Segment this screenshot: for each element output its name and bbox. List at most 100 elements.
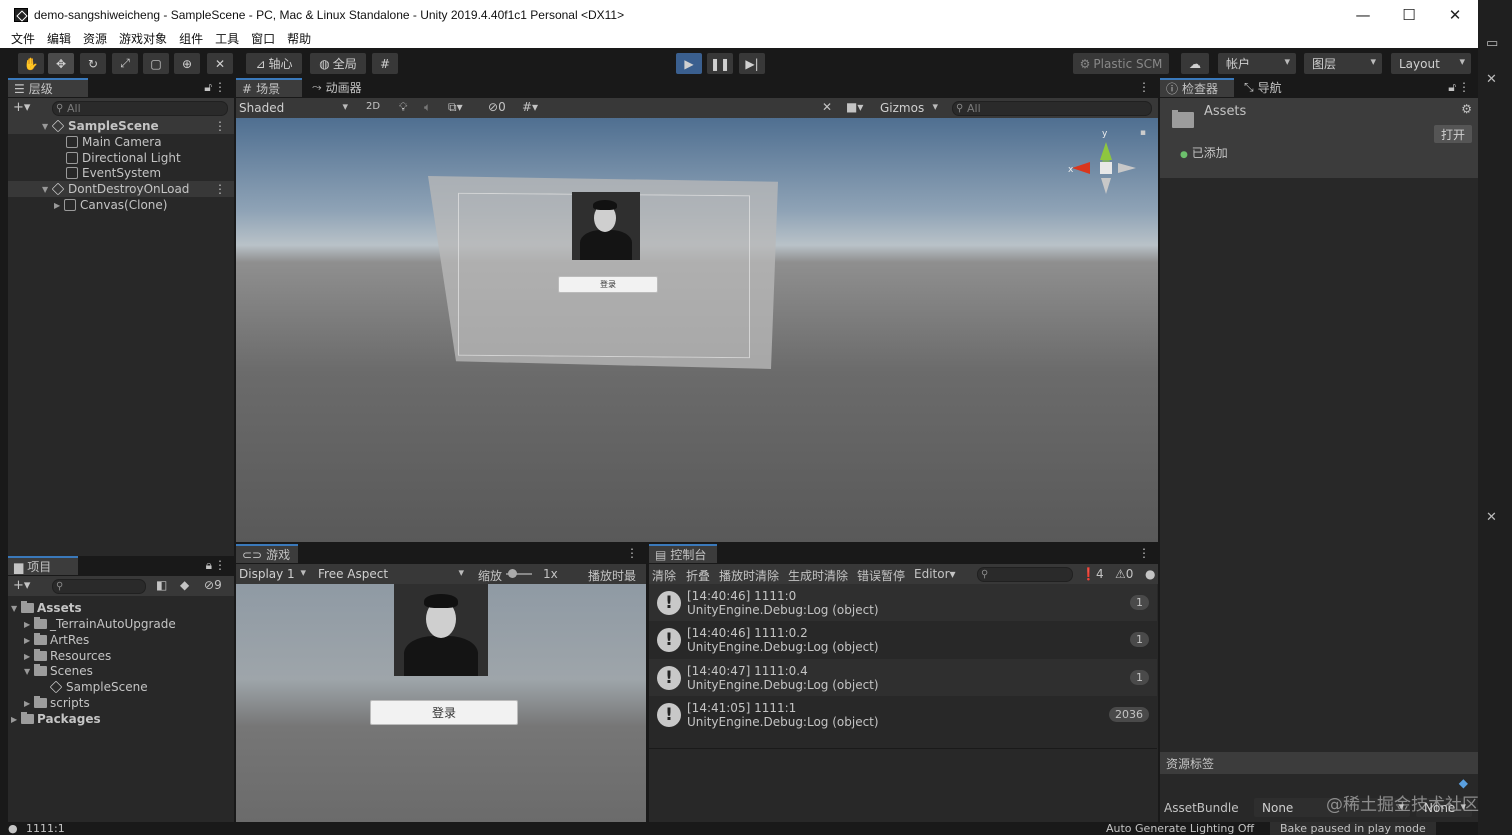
shading-mode-dropdown[interactable]: Shaded	[236, 98, 354, 118]
menu-gameobject[interactable]: 游戏对象	[119, 30, 167, 47]
scene-viewport[interactable]: 登录 x y ▪	[236, 118, 1158, 542]
step-button[interactable]: ▶|	[739, 53, 765, 74]
tree-row-scripts[interactable]: ▶ scripts	[8, 695, 90, 711]
kebab-menu-icon[interactable]: ⋮	[214, 80, 226, 94]
kebab-menu-icon[interactable]: ⋮	[214, 119, 226, 133]
scale-slider[interactable]	[506, 569, 532, 578]
play-button[interactable]: ▶	[676, 53, 702, 74]
error-count-toggle[interactable]: ⚠0	[1115, 567, 1133, 581]
expand-arrow-icon[interactable]: ▼	[24, 667, 34, 676]
effects-toggle-icon[interactable]: ⧉▾	[448, 100, 463, 115]
scale-tool-icon[interactable]: ⤢	[112, 53, 138, 74]
tree-row-samplescene[interactable]: ▼ SampleScene ⋮	[8, 118, 234, 134]
status-message[interactable]: 1111:1	[26, 822, 65, 835]
cloud-icon[interactable]: ☁	[1181, 53, 1209, 74]
rect-tool-icon[interactable]: ▢	[143, 53, 169, 74]
custom-tool-icon[interactable]: ✕	[207, 53, 233, 74]
tree-row-main-camera[interactable]: Main Camera	[8, 134, 234, 150]
transform-tool-icon[interactable]: ⊕	[174, 53, 200, 74]
tab-navigation[interactable]: ⤡ 导航	[1238, 78, 1308, 97]
settings-gear-icon[interactable]: ⚙	[1461, 102, 1472, 116]
expand-arrow-icon[interactable]: ▼	[42, 185, 52, 194]
collapse-toggle[interactable]: 折叠	[686, 567, 710, 584]
tree-row-artres[interactable]: ▶ ArtRes	[8, 632, 89, 648]
expand-arrow-icon[interactable]: ▶	[24, 652, 34, 661]
clear-button[interactable]: 清除	[652, 567, 676, 584]
rotate-tool-icon[interactable]: ↻	[80, 53, 106, 74]
warning-count-toggle[interactable]: ❗4	[1081, 567, 1104, 581]
lighting-toggle-icon[interactable]: 💡︎	[399, 100, 407, 115]
error-pause-toggle[interactable]: 错误暂停	[857, 567, 905, 584]
expand-arrow-icon[interactable]: ▶	[11, 715, 21, 724]
hand-tool-icon[interactable]: ✋	[18, 53, 44, 74]
2d-toggle[interactable]: 2D	[366, 101, 380, 112]
tab-project[interactable]: ▆ 项目	[8, 556, 78, 575]
expand-arrow-icon[interactable]: ▶	[24, 636, 34, 645]
login-button[interactable]: 登录	[370, 700, 518, 725]
lock-icon[interactable]: 🔓︎	[1448, 80, 1456, 95]
lock-icon[interactable]: 🔒︎	[206, 558, 212, 573]
label-tag-icon[interactable]: ◆	[1459, 776, 1468, 790]
console-search-input[interactable]	[977, 567, 1073, 582]
menu-assets[interactable]: 资源	[83, 30, 107, 47]
hierarchy-search-input[interactable]: All	[52, 101, 228, 116]
pivot-toggle[interactable]: ⊿ 轴心	[246, 53, 302, 74]
close-button[interactable]: ✕	[1432, 0, 1478, 29]
maximize-button[interactable]: ☐	[1386, 0, 1432, 29]
expand-arrow-icon[interactable]: ▶	[54, 201, 64, 210]
console-entry[interactable]: ! [14:40:47] 1111:0.4 UnityEngine.Debug:L…	[649, 659, 1157, 696]
menu-file[interactable]: 文件	[11, 30, 35, 47]
expand-arrow-icon[interactable]: ▶	[24, 620, 34, 629]
console-entry[interactable]: ! [14:40:46] 1111:0.2 UnityEngine.Debug:L…	[649, 621, 1157, 658]
game-viewport[interactable]: 登录	[236, 584, 646, 822]
tab-scene[interactable]: # 场景	[236, 78, 302, 97]
aspect-dropdown[interactable]: Free Aspect	[314, 564, 470, 584]
display-dropdown[interactable]: Display 1	[236, 564, 312, 584]
plastic-scm-button[interactable]: ⚙ Plastic SCM	[1073, 53, 1169, 74]
lock-icon[interactable]: 🔓︎	[204, 80, 212, 95]
minimize-button[interactable]: —	[1340, 0, 1386, 29]
notification-icon[interactable]: ▭	[1486, 36, 1498, 51]
clear-on-build-toggle[interactable]: 生成时清除	[788, 567, 848, 584]
editor-dropdown[interactable]: Editor▾	[914, 567, 956, 581]
expand-arrow-icon[interactable]: ▼	[11, 604, 21, 613]
kebab-menu-icon[interactable]: ⋮	[214, 558, 226, 572]
orientation-gizmo-icon[interactable]: x y	[1066, 128, 1146, 208]
kebab-menu-icon[interactable]: ⋮	[626, 546, 638, 560]
kebab-menu-icon[interactable]: ⋮	[1138, 546, 1150, 560]
tree-row-dontdestroyonload[interactable]: ▼ DontDestroyOnLoad ⋮	[8, 181, 234, 197]
layers-dropdown[interactable]: 图层	[1304, 53, 1382, 74]
menu-window[interactable]: 窗口	[251, 30, 275, 47]
tab-hierarchy[interactable]: ☰ 层级	[8, 78, 88, 97]
scene-search-input[interactable]: All	[952, 101, 1152, 116]
expand-arrow-icon[interactable]: ▼	[42, 122, 52, 131]
menu-component[interactable]: 组件	[179, 30, 203, 47]
console-entry[interactable]: ! [14:41:05] 1111:1 UnityEngine.Debug:Log…	[649, 696, 1157, 733]
clear-on-play-toggle[interactable]: 播放时清除	[719, 567, 779, 584]
kebab-menu-icon[interactable]: ⋮	[1458, 80, 1470, 94]
tree-row-packages[interactable]: ▶ Packages	[8, 711, 101, 727]
search-by-label-icon[interactable]: ◆	[180, 578, 189, 592]
move-tool-icon[interactable]: ✥	[48, 53, 74, 74]
grid-toggle-icon[interactable]: #▾	[522, 100, 538, 114]
tab-inspector[interactable]: ⓘ 检查器	[1160, 78, 1234, 97]
tab-console[interactable]: ▤ 控制台	[649, 544, 717, 563]
add-button[interactable]: +▾	[13, 100, 30, 115]
open-button[interactable]: 打开	[1434, 125, 1472, 143]
tools-toggle-icon[interactable]: ✕	[822, 100, 832, 114]
gizmo-lock-icon[interactable]: ▪	[1140, 128, 1146, 138]
tab-animator[interactable]: ⤳ 动画器	[306, 78, 386, 97]
kebab-menu-icon[interactable]: ⋮	[1138, 80, 1150, 94]
gizmos-dropdown[interactable]: Gizmos	[876, 98, 944, 118]
layout-dropdown[interactable]: Layout	[1391, 53, 1471, 74]
menu-edit[interactable]: 编辑	[47, 30, 71, 47]
tree-row-scenes[interactable]: ▼ Scenes	[8, 663, 93, 679]
console-entry[interactable]: ! [14:40:46] 1111:0 UnityEngine.Debug:Log…	[649, 584, 1157, 621]
audio-toggle-icon[interactable]: 🔈︎	[424, 100, 431, 115]
pause-button[interactable]: ❚❚	[707, 53, 733, 74]
menu-help[interactable]: 帮助	[287, 30, 311, 47]
tree-row-eventsystem[interactable]: EventSystem	[8, 165, 234, 181]
bake-status[interactable]: Bake paused in play mode	[1270, 822, 1436, 835]
tree-row-assets[interactable]: ▼ Assets	[8, 600, 82, 616]
global-toggle[interactable]: ◍ 全局	[310, 53, 366, 74]
